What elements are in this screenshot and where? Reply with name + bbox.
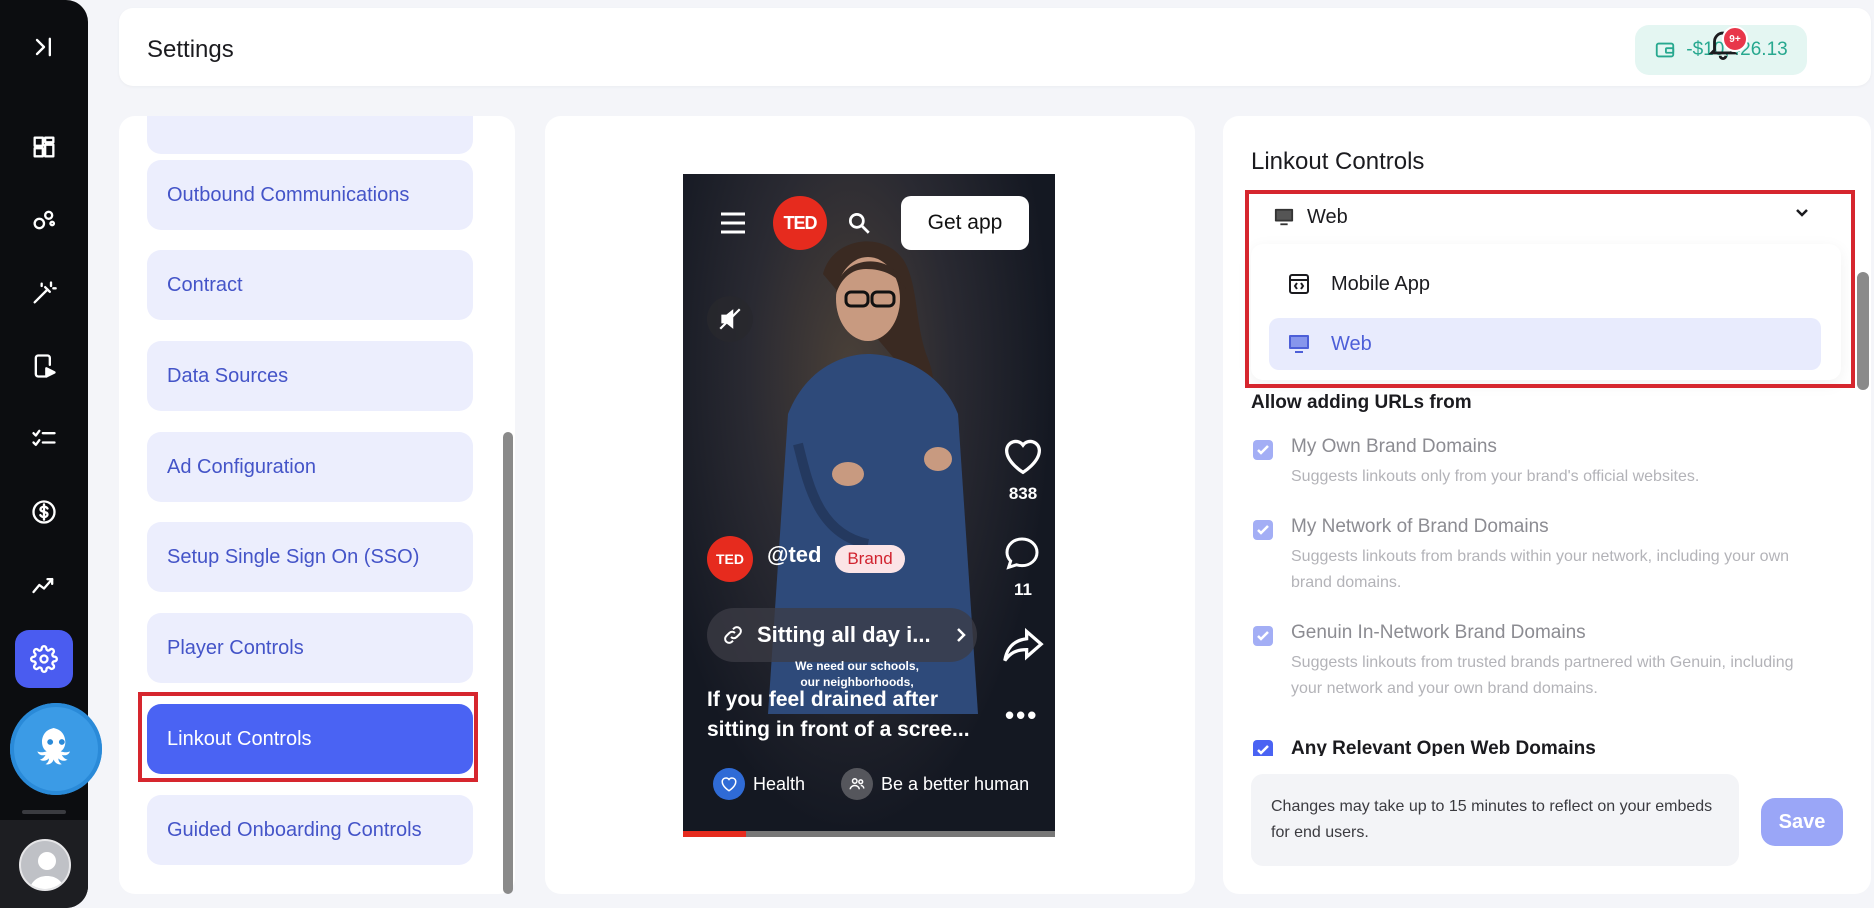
caption-line-2: sitting in front of a scree... — [707, 718, 970, 741]
page-title: Settings — [147, 36, 234, 63]
genuin-network-domains-desc: Suggests linkouts from trusted brands pa… — [1291, 654, 1794, 697]
settings-scrollbar[interactable] — [1857, 272, 1869, 390]
nav-item-guided-onboarding[interactable]: Guided Onboarding Controls — [147, 795, 473, 865]
more-options-icon[interactable]: ••• — [1005, 700, 1038, 731]
changes-notice: Changes may take up to 15 minutes to ref… — [1251, 774, 1739, 866]
linkout-title: Linkout Controls — [1251, 148, 1425, 175]
nav-item-contract[interactable]: Contract — [147, 250, 473, 320]
channel-avatar[interactable]: TED — [707, 536, 753, 582]
linkout-title: Sitting all day i... — [757, 622, 931, 647]
mute-button[interactable] — [707, 296, 753, 342]
network-brand-domains-label: My Network of Brand Domains — [1291, 516, 1549, 537]
check-icon — [1257, 445, 1269, 455]
notification-badge: 9+ — [1722, 26, 1748, 52]
like-count: 838 — [1008, 484, 1038, 503]
comment-count: 11 — [1014, 580, 1032, 599]
mute-icon — [719, 308, 741, 330]
wallet-icon — [1656, 42, 1675, 58]
link-icon — [724, 626, 742, 644]
check-icon — [1257, 525, 1269, 535]
settings-icon[interactable] — [15, 630, 73, 688]
video-overlay-text: We need our schools, our neighborhoods, — [795, 659, 919, 689]
phone-preview: TED Get app 838 11 ••• TED @ted Brand Si… — [683, 174, 1055, 837]
check-icon — [1257, 745, 1269, 755]
video-progress-fill — [683, 831, 747, 837]
checkbox-own-brand-domains[interactable] — [1253, 440, 1273, 460]
heart-icon[interactable] — [1001, 436, 1045, 476]
nav-item-data-sources[interactable]: Data Sources — [147, 341, 473, 411]
dashboard-icon[interactable] — [22, 125, 66, 169]
get-app-button[interactable]: Get app — [901, 196, 1029, 250]
save-button[interactable]: Save — [1761, 798, 1843, 846]
magic-wand-icon[interactable] — [22, 271, 66, 315]
analytics-icon[interactable] — [22, 563, 66, 607]
checklist-icon[interactable] — [22, 417, 66, 461]
own-brand-domains-label: My Own Brand Domains — [1291, 436, 1497, 457]
checkbox-network-brand-domains[interactable] — [1253, 520, 1273, 540]
search-icon[interactable] — [846, 210, 872, 236]
octopus-assistant-icon[interactable] — [10, 703, 102, 795]
chip-better-human[interactable]: Be a better human — [841, 766, 1029, 802]
ted-logo: TED — [773, 196, 827, 250]
rail-divider — [22, 810, 66, 814]
people-icon — [841, 768, 873, 800]
open-web-domains-label: Any Relevant Open Web Domains — [1291, 738, 1596, 756]
checkbox-genuin-network-domains[interactable] — [1253, 626, 1273, 646]
allow-urls-title: Allow adding URLs from — [1251, 392, 1472, 413]
nav-scrollbar[interactable] — [503, 432, 513, 894]
chip-health[interactable]: Health — [713, 766, 805, 802]
caption-line-1: If you feel drained after — [707, 688, 939, 711]
network-brand-domains-desc: Suggests linkouts from brands within you… — [1291, 548, 1790, 591]
sidebar-toggle-icon[interactable] — [22, 25, 66, 69]
channel-handle[interactable]: @ted — [767, 542, 821, 568]
chip-better-human-label: Be a better human — [881, 773, 1030, 794]
user-avatar[interactable] — [19, 839, 71, 891]
share-icon[interactable] — [1001, 626, 1045, 666]
nav-item-outbound-communications[interactable]: Outbound Communications — [147, 160, 473, 230]
dropdown-highlight — [1245, 190, 1855, 388]
option-open-web-domains: Any Relevant Open Web Domains — [1251, 728, 1811, 756]
video-player-icon[interactable] — [22, 344, 66, 388]
chip-health-label: Health — [753, 773, 806, 794]
nav-item-ad-configuration[interactable]: Ad Configuration — [147, 432, 473, 502]
nav-item-sso[interactable]: Setup Single Sign On (SSO) — [147, 522, 473, 592]
network-icon[interactable] — [22, 198, 66, 242]
nav-item-player-controls[interactable]: Player Controls — [147, 613, 473, 683]
dollar-icon[interactable] — [22, 490, 66, 534]
active-item-highlight — [138, 692, 478, 782]
linkout-pill[interactable]: Sitting all day i... — [707, 608, 977, 662]
heart-outline-icon — [713, 768, 745, 800]
hamburger-menu-icon[interactable] — [719, 210, 747, 236]
brand-tag: Brand — [835, 545, 905, 573]
video-progress-bar[interactable] — [683, 831, 1055, 837]
genuin-network-domains-label: Genuin In-Network Brand Domains — [1291, 622, 1586, 643]
checkbox-open-web-domains[interactable] — [1253, 740, 1273, 756]
top-header: Settings -$10,426.13 — [119, 8, 1871, 86]
chevron-right-icon — [956, 628, 966, 642]
comment-icon[interactable] — [1001, 534, 1043, 574]
nav-item-partial[interactable] — [147, 116, 473, 154]
own-brand-domains-desc: Suggests linkouts only from your brand's… — [1291, 468, 1700, 485]
check-icon — [1257, 631, 1269, 641]
